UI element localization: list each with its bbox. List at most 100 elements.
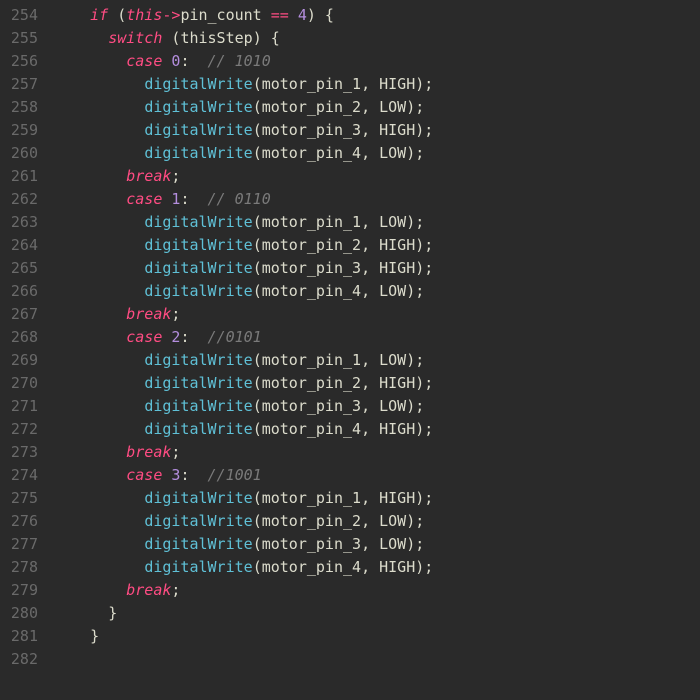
indent — [54, 351, 144, 369]
code-line[interactable]: case 2: //0101 — [54, 326, 700, 349]
code-line[interactable]: digitalWrite(motor_pin_2, HIGH); — [54, 234, 700, 257]
code-line[interactable]: digitalWrite(motor_pin_4, LOW); — [54, 142, 700, 165]
code-line[interactable]: digitalWrite(motor_pin_3, LOW); — [54, 533, 700, 556]
token-paren: ) — [415, 489, 424, 507]
indent — [54, 397, 144, 415]
code-line[interactable]: digitalWrite(motor_pin_3, LOW); — [54, 395, 700, 418]
line-number: 279 — [0, 579, 44, 602]
code-line[interactable]: digitalWrite(motor_pin_3, HIGH); — [54, 119, 700, 142]
token-punc: , — [361, 75, 379, 93]
line-number: 277 — [0, 533, 44, 556]
indent — [54, 282, 144, 300]
token-paren: ( — [253, 420, 262, 438]
code-line[interactable]: break; — [54, 165, 700, 188]
code-line[interactable]: digitalWrite(motor_pin_1, LOW); — [54, 211, 700, 234]
token-paren: ) — [415, 236, 424, 254]
line-number: 282 — [0, 648, 44, 671]
code-line[interactable]: digitalWrite(motor_pin_2, LOW); — [54, 96, 700, 119]
indent — [54, 627, 90, 645]
token-kw: case — [126, 328, 162, 346]
code-editor[interactable]: 2542552562572582592602612622632642652662… — [0, 0, 700, 700]
token-paren: ( — [253, 144, 262, 162]
token-id: LOW — [379, 397, 406, 415]
code-line[interactable]: digitalWrite(motor_pin_1, HIGH); — [54, 487, 700, 510]
token-comm: // 0110 — [208, 190, 271, 208]
token-punc: ; — [415, 351, 424, 369]
code-line[interactable]: digitalWrite(motor_pin_2, LOW); — [54, 510, 700, 533]
code-area[interactable]: if (this->pin_count == 4) { switch (this… — [44, 0, 700, 700]
code-line[interactable]: break; — [54, 303, 700, 326]
token-paren: ) — [415, 259, 424, 277]
token-func: digitalWrite — [144, 75, 252, 93]
line-number: 267 — [0, 303, 44, 326]
indent — [54, 259, 144, 277]
code-line[interactable]: case 1: // 0110 — [54, 188, 700, 211]
token-punc: ) { — [253, 29, 280, 47]
code-line[interactable]: if (this->pin_count == 4) { — [54, 4, 700, 27]
token-punc: , — [361, 213, 379, 231]
token-punc: ; — [415, 98, 424, 116]
token-id: HIGH — [379, 374, 415, 392]
code-line[interactable]: case 3: //1001 — [54, 464, 700, 487]
line-number: 256 — [0, 50, 44, 73]
token-kw: case — [126, 190, 162, 208]
token-id: motor_pin_2 — [262, 374, 361, 392]
code-line[interactable]: digitalWrite(motor_pin_1, HIGH); — [54, 73, 700, 96]
token-func: digitalWrite — [144, 98, 252, 116]
token-func: digitalWrite — [144, 558, 252, 576]
token-comm: //0101 — [208, 328, 262, 346]
token-func: digitalWrite — [144, 351, 252, 369]
token-id: motor_pin_1 — [262, 489, 361, 507]
token-paren: ( — [253, 259, 262, 277]
code-line[interactable]: } — [54, 602, 700, 625]
token-paren: ) — [415, 121, 424, 139]
code-line[interactable]: digitalWrite(motor_pin_4, HIGH); — [54, 556, 700, 579]
token-punc: ; — [424, 374, 433, 392]
token-paren: ( — [253, 489, 262, 507]
token-punc: , — [361, 535, 379, 553]
token-paren: ( — [253, 374, 262, 392]
token-kw: break — [126, 443, 171, 461]
token-id: LOW — [379, 535, 406, 553]
token-punc — [189, 190, 207, 208]
indent — [54, 443, 126, 461]
code-line[interactable] — [54, 648, 700, 671]
token-func: digitalWrite — [144, 374, 252, 392]
code-line[interactable]: case 0: // 1010 — [54, 50, 700, 73]
code-line[interactable]: switch (thisStep) { — [54, 27, 700, 50]
indent — [54, 604, 108, 622]
token-punc: ; — [424, 259, 433, 277]
token-func: digitalWrite — [144, 512, 252, 530]
line-number: 271 — [0, 395, 44, 418]
token-func: digitalWrite — [144, 213, 252, 231]
token-punc: , — [361, 351, 379, 369]
token-num: 4 — [298, 6, 307, 24]
token-paren: ) — [406, 98, 415, 116]
token-func: digitalWrite — [144, 282, 252, 300]
line-number: 281 — [0, 625, 44, 648]
token-func: digitalWrite — [144, 236, 252, 254]
token-punc: ; — [415, 282, 424, 300]
token-punc: , — [361, 98, 379, 116]
token-id: motor_pin_4 — [262, 420, 361, 438]
indent — [54, 489, 144, 507]
token-id: motor_pin_3 — [262, 121, 361, 139]
line-number: 257 — [0, 73, 44, 96]
token-kw: case — [126, 52, 162, 70]
code-line[interactable]: } — [54, 625, 700, 648]
code-line[interactable]: digitalWrite(motor_pin_4, HIGH); — [54, 418, 700, 441]
token-punc: ( — [108, 6, 126, 24]
line-number: 261 — [0, 165, 44, 188]
token-paren: ) — [406, 397, 415, 415]
code-line[interactable]: break; — [54, 441, 700, 464]
token-id: motor_pin_3 — [262, 397, 361, 415]
token-paren: ) — [415, 420, 424, 438]
token-id: LOW — [379, 98, 406, 116]
code-line[interactable]: break; — [54, 579, 700, 602]
code-line[interactable]: digitalWrite(motor_pin_4, LOW); — [54, 280, 700, 303]
code-line[interactable]: digitalWrite(motor_pin_2, HIGH); — [54, 372, 700, 395]
code-line[interactable]: digitalWrite(motor_pin_3, HIGH); — [54, 257, 700, 280]
code-line[interactable]: digitalWrite(motor_pin_1, LOW); — [54, 349, 700, 372]
token-punc: ; — [171, 167, 180, 185]
token-func: digitalWrite — [144, 121, 252, 139]
